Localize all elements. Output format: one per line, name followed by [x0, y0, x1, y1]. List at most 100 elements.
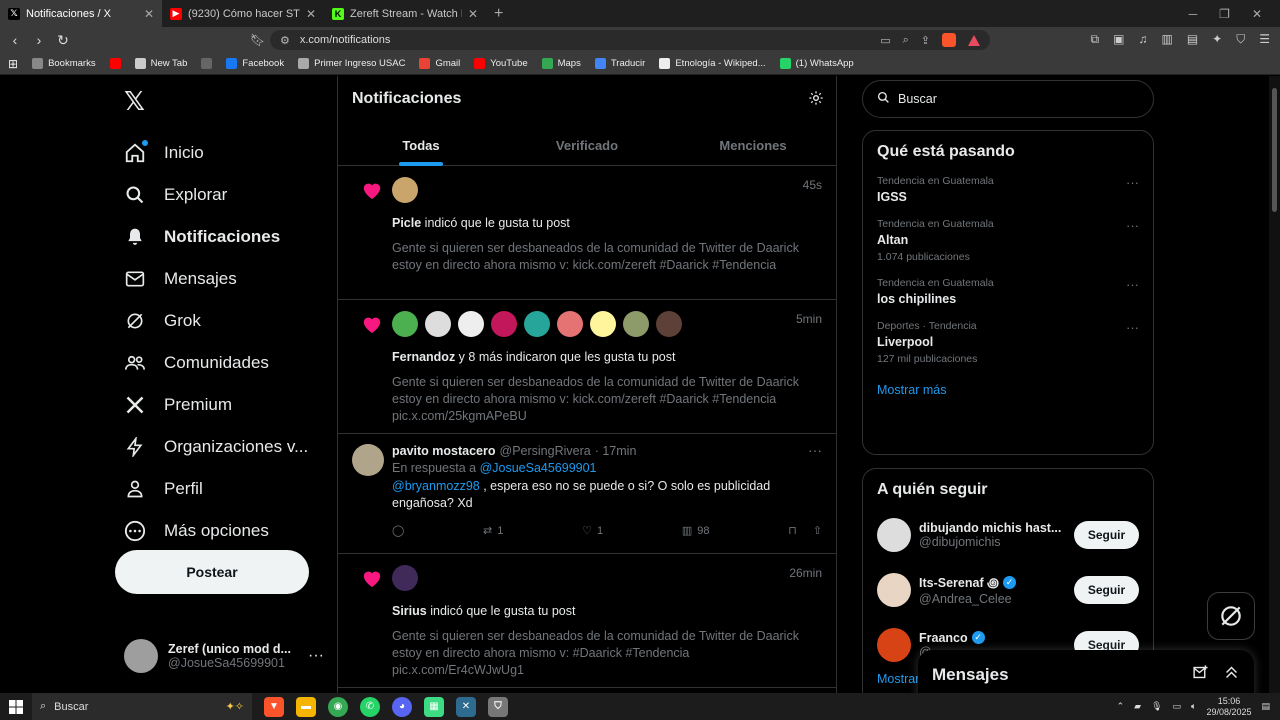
avatar[interactable] — [392, 311, 418, 337]
tab-verificado[interactable]: Verificado — [504, 124, 670, 166]
bookmark-item[interactable]: Traducir — [594, 58, 645, 69]
wallet2-icon[interactable]: ▤ — [1187, 32, 1198, 47]
back-icon[interactable]: ‹ — [8, 32, 22, 48]
post-button[interactable]: Postear — [115, 550, 309, 594]
leo-icon[interactable]: ✦ — [1212, 32, 1222, 47]
forward-icon[interactable]: › — [32, 32, 46, 48]
sidebar-icon[interactable]: ▥ — [1161, 32, 1172, 47]
app-x-icon[interactable]: ✕ — [456, 696, 476, 717]
windows-start-icon[interactable] — [0, 699, 32, 714]
avatar[interactable] — [392, 177, 418, 203]
more-icon[interactable]: ··· — [308, 647, 324, 665]
trend-item[interactable]: Deportes · Tendencia Liverpool 127 mil pub… — [877, 320, 1139, 365]
more-icon[interactable]: ··· — [1126, 218, 1139, 233]
avatar[interactable] — [425, 311, 451, 337]
browser-tab-2[interactable]: ▶ (9230) Cómo hacer STREAM en KICK ✕ — [162, 0, 324, 27]
browser-tab-3[interactable]: K Zereft Stream - Watch Live on Kick ✕ — [324, 0, 486, 27]
like-notification[interactable]: 5min Fernandoz y 8 más indicaron que les… — [338, 300, 836, 434]
reply-to-link[interactable]: @JosueSa45699901 — [480, 461, 597, 475]
trend-item[interactable]: Tendencia en Guatemala Altan 1.074 publica… — [877, 218, 1139, 263]
volume-icon[interactable]: 🔈︎ — [1191, 701, 1196, 712]
bookmark-item[interactable]: New Tab — [134, 58, 187, 69]
follow-suggestion[interactable]: dibujando michis hast... @dibujomichis Seg… — [877, 507, 1139, 562]
grok-button[interactable] — [1207, 592, 1255, 640]
bookmark-post-icon[interactable]: ⊓ — [788, 524, 797, 537]
wallet-icon[interactable]: ▣ — [1113, 32, 1124, 47]
share-post-icon[interactable]: ⇧ — [813, 524, 822, 537]
nav-item-más-opciones[interactable]: Más opciones — [124, 510, 324, 552]
close-tab-icon[interactable]: ✕ — [468, 7, 478, 21]
like-notification[interactable]: 45s Picle indicó que le gusta tu post Ge… — [338, 166, 836, 300]
brave-shield-icon[interactable] — [942, 33, 956, 47]
avatar[interactable] — [877, 572, 911, 607]
bookmark-item[interactable] — [201, 58, 213, 69]
bookmark-icon[interactable]: 🔖︎ — [250, 33, 265, 47]
zoom-icon[interactable]: ⌕ — [903, 34, 909, 47]
more-icon[interactable]: ··· — [1126, 277, 1139, 292]
bookmark-item[interactable]: Bookmarks — [32, 58, 96, 69]
avatar[interactable] — [352, 444, 384, 476]
actor-name[interactable]: Picle — [392, 216, 421, 230]
reload-icon[interactable]: ↻ — [56, 32, 70, 49]
author-handle[interactable]: @PersingRivera — [500, 444, 591, 458]
scrollbar-thumb[interactable] — [1272, 88, 1277, 212]
nav-item-grok[interactable]: Grok — [124, 300, 324, 342]
site-settings-icon[interactable]: ⚙︎ — [280, 34, 290, 47]
clock[interactable]: 15:06 29/08/2025 — [1206, 696, 1251, 718]
close-tab-icon[interactable]: ✕ — [144, 7, 154, 21]
share-icon[interactable]: ⇪ — [921, 34, 930, 47]
reply-post[interactable]: pavito mostacero @PersingRivera · 17min … — [338, 434, 836, 554]
microphone-icon[interactable]: 🎙︎ — [1151, 701, 1162, 712]
avatar[interactable] — [877, 627, 911, 662]
trend-item[interactable]: Tendencia en Guatemala IGSS ··· — [877, 175, 1139, 204]
retweet-button[interactable]: ⇄ 1 — [483, 524, 503, 538]
avatar[interactable] — [623, 311, 649, 337]
avatar[interactable] — [590, 311, 616, 337]
whatsapp-icon[interactable]: ✆ — [360, 696, 380, 717]
avatar[interactable] — [491, 311, 517, 337]
bookmark-item[interactable]: YouTube — [474, 58, 528, 69]
page-scrollbar[interactable] — [1269, 76, 1280, 693]
taskbar-search[interactable]: ⌕ Buscar ✦✧ — [32, 693, 252, 720]
x-logo-icon[interactable]: 𝕏 — [124, 86, 145, 117]
tab-todas[interactable]: Todas — [338, 124, 504, 166]
search-input[interactable]: Buscar — [862, 80, 1154, 118]
minimize-icon[interactable]: ─ — [1189, 7, 1198, 21]
actor-name[interactable]: Fernandoz — [392, 350, 455, 364]
bookmark-item[interactable]: Facebook — [226, 58, 284, 69]
views-button[interactable]: ▥ 98 — [682, 524, 710, 538]
tab-menciones[interactable]: Menciones — [670, 124, 836, 166]
avatar[interactable] — [877, 517, 911, 552]
bookmark-item[interactable]: Gmail — [419, 58, 460, 69]
url-bar[interactable]: ⚙︎ x.com/notifications ▭ ⌕ ⇪ — [270, 30, 990, 50]
bookmark-item[interactable] — [109, 58, 121, 69]
avatar[interactable] — [458, 311, 484, 337]
nav-item-explorar[interactable]: Explorar — [124, 174, 324, 216]
avatar[interactable] — [557, 311, 583, 337]
chevron-up-icon[interactable]: ⌃ — [1117, 701, 1125, 712]
chevron-up-icon[interactable] — [1223, 664, 1240, 686]
nav-item-premium[interactable]: Premium — [124, 384, 324, 426]
gear-icon[interactable] — [808, 90, 824, 111]
nav-item-notificaciones[interactable]: Notificaciones — [124, 216, 324, 258]
follow-button[interactable]: Seguir — [1074, 575, 1139, 604]
nav-item-perfil[interactable]: Perfil — [124, 468, 324, 510]
close-window-icon[interactable]: ✕ — [1252, 7, 1262, 21]
avatar[interactable] — [392, 565, 418, 591]
brave-rewards-icon[interactable] — [968, 34, 980, 46]
nav-item-comunidades[interactable]: Comunidades — [124, 342, 324, 384]
reply-button[interactable]: ◯ — [392, 524, 404, 537]
browser-tab-1[interactable]: 𝕏 Notificaciones / X ✕ — [0, 0, 162, 27]
extensions-icon[interactable]: ⧉ — [1091, 32, 1100, 47]
mention-link[interactable]: @bryanmozz98 — [392, 479, 480, 493]
follow-button[interactable]: Seguir — [1074, 520, 1139, 549]
nav-item-mensajes[interactable]: Mensajes — [124, 258, 324, 300]
display-icon[interactable]: ▭ — [1173, 701, 1182, 712]
nav-item-inicio[interactable]: Inicio — [124, 132, 324, 174]
music-icon[interactable]: ♫ — [1138, 32, 1147, 47]
wifi-icon[interactable]: ▰ — [1134, 701, 1141, 712]
bookmark-item[interactable]: (1) WhatsApp — [779, 58, 854, 69]
discord-icon[interactable]: ◕ — [392, 696, 412, 717]
new-tab-icon[interactable]: + — [494, 5, 503, 23]
more-icon[interactable]: ··· — [1126, 320, 1139, 335]
